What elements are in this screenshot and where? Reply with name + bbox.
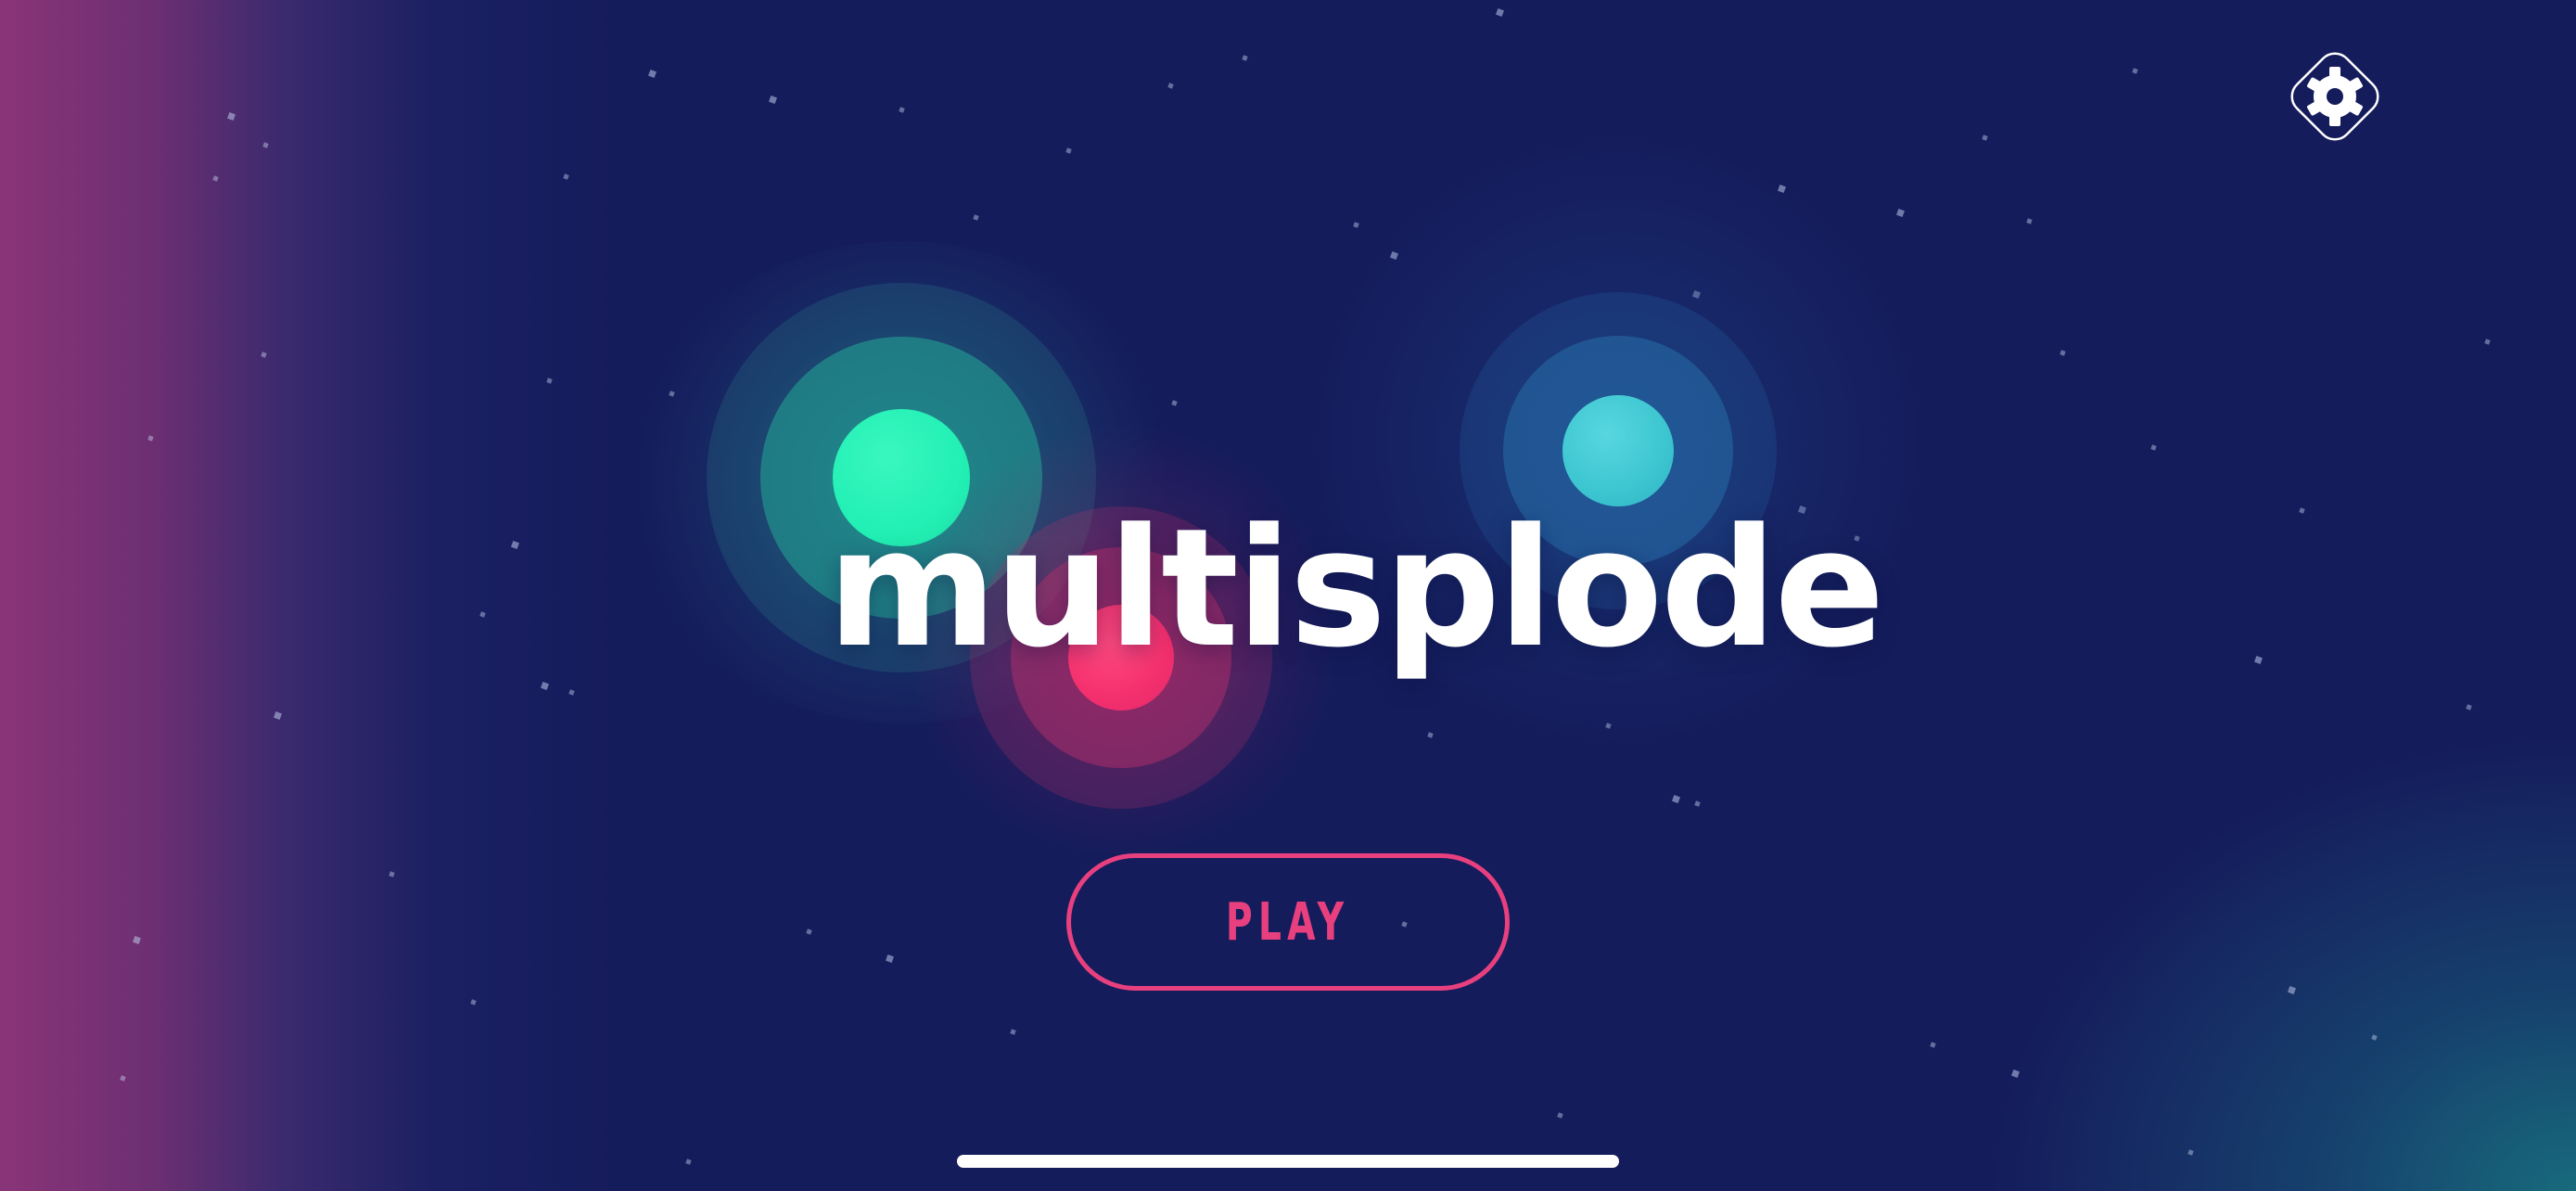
star <box>769 96 777 104</box>
star <box>1557 1112 1563 1119</box>
star <box>1065 147 1072 154</box>
star <box>973 214 979 221</box>
game-title: multisplode <box>827 493 1885 684</box>
star <box>133 936 141 944</box>
star <box>2011 1069 2020 1078</box>
star <box>147 435 154 442</box>
star <box>2187 1149 2194 1156</box>
star <box>1167 83 1174 89</box>
star <box>2026 218 2033 224</box>
star <box>479 611 486 618</box>
star <box>2371 1034 2378 1041</box>
star <box>120 1075 126 1082</box>
star <box>2484 339 2491 345</box>
star <box>2299 507 2305 514</box>
star <box>1930 1042 1936 1048</box>
star <box>2254 656 2263 664</box>
star <box>685 1159 692 1165</box>
star <box>546 378 553 384</box>
star <box>1896 209 1905 217</box>
star <box>2060 350 2066 356</box>
star <box>2288 986 2296 994</box>
star <box>2466 704 2472 711</box>
star <box>511 541 519 549</box>
play-button-label: PLAY <box>1226 891 1350 953</box>
star <box>568 689 575 696</box>
star <box>1353 222 1359 228</box>
star <box>274 711 282 720</box>
star <box>389 871 395 877</box>
star <box>648 70 657 78</box>
star <box>899 107 905 113</box>
star <box>1242 55 1248 61</box>
star <box>1694 800 1701 807</box>
blue-orb <box>1562 395 1674 506</box>
star <box>261 352 267 358</box>
settings-button[interactable] <box>2274 35 2396 158</box>
star <box>262 142 269 148</box>
star <box>541 682 549 690</box>
star <box>2150 444 2157 451</box>
star <box>227 112 236 121</box>
star <box>212 175 219 182</box>
gear-icon <box>2290 52 2379 141</box>
star <box>886 954 894 963</box>
star <box>2132 68 2138 74</box>
star <box>806 928 812 935</box>
home-indicator[interactable] <box>957 1155 1619 1168</box>
star <box>1982 134 1988 141</box>
star <box>470 999 477 1005</box>
star <box>1171 400 1178 406</box>
play-button[interactable]: PLAY <box>1066 853 1510 991</box>
star <box>563 173 569 180</box>
star <box>1672 795 1680 803</box>
star <box>1496 8 1504 17</box>
star <box>1010 1029 1016 1035</box>
star <box>1427 732 1434 738</box>
